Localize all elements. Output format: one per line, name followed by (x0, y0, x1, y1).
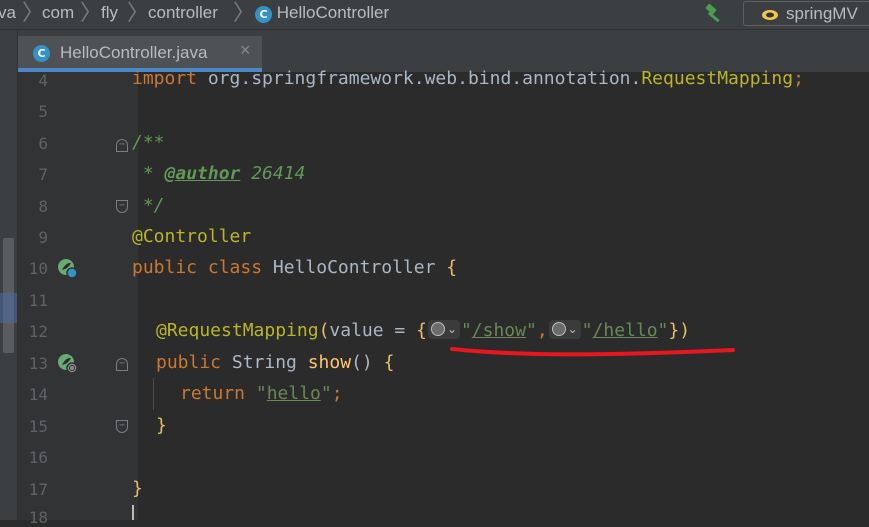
tomcat-icon (762, 10, 778, 20)
code-line-4[interactable]: import org.springframework.web.bind.anno… (132, 63, 804, 94)
breadcrumb-separator: 〉 (127, 0, 150, 25)
text-caret (132, 505, 134, 520)
line-number: 5 (38, 102, 48, 121)
string-quote: " (581, 320, 593, 341)
string-quote: " (460, 320, 472, 341)
breadcrumb-item-hellocontroller[interactable]: C HelloController (255, 3, 389, 23)
comma: , (536, 320, 548, 341)
breadcrumb-separator: 〉 (80, 0, 103, 25)
class-icon: C (255, 6, 272, 23)
url-inlay-hint[interactable]: ⌄ (427, 320, 460, 339)
breadcrumb-item-com[interactable]: com (42, 3, 74, 23)
request-mapping-icon[interactable] (57, 353, 78, 374)
hammer-icon[interactable] (703, 3, 725, 25)
breadcrumb-item-controller[interactable]: controller (148, 3, 218, 23)
code-line-15[interactable]: } (156, 410, 167, 441)
fold-toggle-icon[interactable]: − (116, 200, 128, 213)
comment-text: 26414 (240, 163, 306, 184)
brace: { (383, 352, 395, 373)
fold-toggle-icon[interactable]: − (116, 358, 128, 371)
breadcrumb-separator: 〉 (22, 0, 45, 25)
tab-label: HelloController.java (60, 43, 208, 62)
keyword-public: public (156, 352, 232, 373)
semicolon: ; (793, 68, 804, 89)
keyword-class: class (207, 257, 273, 278)
line-number: 9 (38, 228, 48, 247)
globe-icon (430, 322, 445, 336)
url-hello[interactable]: /hello (593, 320, 658, 341)
keyword-return: return (180, 383, 256, 404)
brace: { (416, 320, 427, 341)
brace: { (446, 257, 458, 278)
globe-icon (551, 322, 566, 336)
url-show[interactable]: /show (472, 320, 526, 341)
code-line-6[interactable]: /** (132, 127, 165, 158)
paren: ( (318, 320, 330, 341)
line-number: 6 (38, 134, 48, 153)
line-number: 16 (28, 448, 48, 467)
string-value: hello (266, 383, 321, 404)
code-line-12[interactable]: @RequestMapping(value = {⌄ "/show", ⌄ "/hel… (156, 315, 690, 346)
paren: () (351, 352, 384, 373)
class-name: HelloController (272, 257, 447, 278)
class-reference: RequestMapping (641, 68, 794, 89)
chevron-down-icon: ⌄ (567, 322, 578, 336)
spring-bean-icon[interactable] (57, 258, 78, 279)
breadcrumb-separator: 〉 (233, 0, 256, 25)
line-number: 12 (28, 322, 48, 341)
type-name: String (231, 352, 308, 373)
line-number: 14 (28, 385, 48, 404)
navigation-bar: va 〉 com 〉 fly 〉 controller 〉 C HelloCon… (0, 0, 869, 30)
string-quote: " (525, 320, 537, 341)
line-number: 17 (28, 480, 48, 499)
breadcrumb-label: HelloController (276, 3, 390, 22)
fold-toggle-icon[interactable]: − (116, 139, 128, 152)
run-configuration-selector[interactable]: springMV (743, 1, 869, 26)
breadcrumb-item-fly[interactable]: fly (101, 3, 118, 23)
code-line-13[interactable]: public String show() { (156, 347, 394, 378)
breadcrumb-item-java[interactable]: va (0, 3, 16, 23)
line-number: 11 (28, 291, 48, 310)
method-name: show (307, 352, 352, 373)
string-quote: " (657, 320, 669, 341)
param-name: value (329, 320, 384, 341)
code-line-14[interactable]: return "hello"; (180, 378, 343, 409)
annotation-requestmapping: @RequestMapping (156, 320, 319, 341)
line-number: 13 (28, 354, 48, 373)
string-quote: " (255, 383, 267, 404)
paren: ) (679, 320, 691, 341)
keyword-public: public (132, 257, 208, 278)
code-line-17[interactable]: } (132, 473, 143, 504)
code-line-8[interactable]: */ (132, 190, 165, 221)
line-number: 7 (38, 165, 48, 184)
line-number: 15 (28, 417, 48, 436)
line-number: 10 (28, 259, 48, 278)
line-number: 8 (38, 197, 48, 216)
run-configuration-label: springMV (786, 4, 858, 23)
line-number: 18 (28, 508, 48, 527)
line-number: 4 (38, 71, 48, 90)
selection-marker (0, 293, 17, 323)
chevron-down-icon: ⌄ (446, 322, 458, 336)
code-line-7[interactable]: * @author 26414 (132, 158, 306, 189)
semicolon: ; (331, 383, 343, 404)
keyword-import: import (132, 68, 208, 89)
operator: = (383, 320, 417, 341)
javadoc-tag: @author (164, 163, 241, 184)
url-inlay-hint[interactable]: ⌄ (548, 320, 581, 339)
indent-guide (153, 378, 154, 410)
class-icon: C (33, 45, 50, 62)
string-quote: " (320, 383, 332, 404)
fold-toggle-icon[interactable]: − (116, 420, 128, 433)
package-path: org.springframework.web.bind.annotation. (207, 68, 642, 89)
left-tool-strip (0, 30, 18, 520)
brace: } (668, 320, 680, 341)
code-line-9[interactable]: @Controller (132, 221, 251, 252)
close-icon[interactable]: × (240, 40, 251, 61)
code-line-10[interactable]: public class HelloController { (132, 252, 457, 283)
comment-text: * (132, 163, 165, 184)
